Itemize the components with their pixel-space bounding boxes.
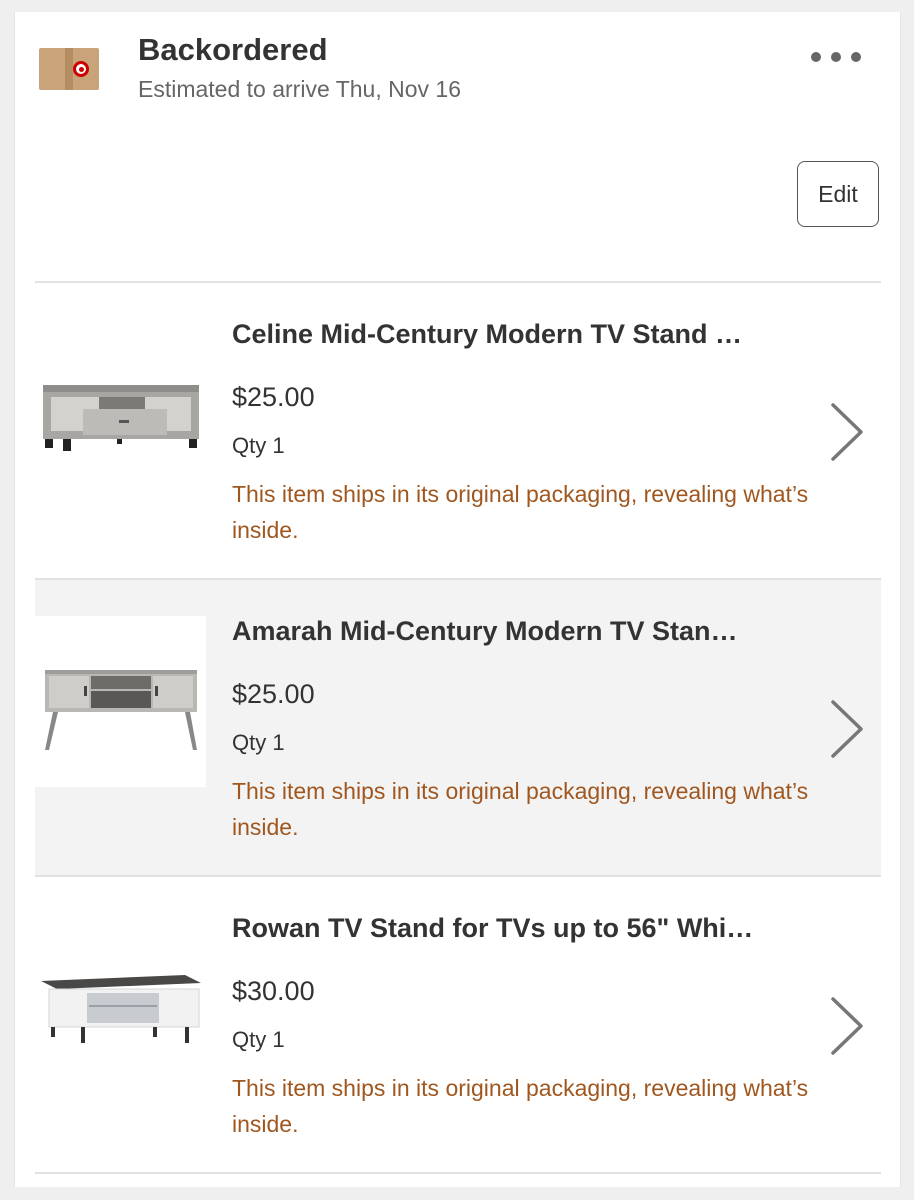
item-quantity: Qty 1: [232, 730, 285, 755]
item-price: $30.00: [232, 976, 315, 1006]
item-list: Celine Mid-Century Modern TV Stand … $25…: [35, 281, 881, 1174]
list-item[interactable]: Rowan TV Stand for TVs up to 56" Whi… $3…: [35, 877, 881, 1174]
item-quantity: Qty 1: [232, 433, 285, 458]
more-dot-icon: [831, 52, 841, 62]
order-card: Backordered Estimated to arrive Thu, Nov…: [14, 12, 901, 1187]
list-item[interactable]: Celine Mid-Century Modern TV Stand … $25…: [35, 283, 881, 580]
more-dot-icon: [811, 52, 821, 62]
estimated-arrival: Estimated to arrive Thu, Nov 16: [138, 76, 461, 102]
target-package-icon: [39, 48, 99, 90]
item-title: Amarah Mid-Century Modern TV Stan…: [232, 616, 738, 646]
more-options-button[interactable]: [811, 42, 861, 72]
package-tape: [65, 48, 73, 90]
chevron-right-icon[interactable]: [827, 698, 867, 760]
more-dot-icon: [851, 52, 861, 62]
target-logo-icon: [73, 61, 89, 77]
item-title: Celine Mid-Century Modern TV Stand …: [232, 319, 743, 349]
list-item[interactable]: Amarah Mid-Century Modern TV Stan… $25.0…: [35, 580, 881, 877]
shipment-status: Backordered: [138, 32, 328, 67]
item-price: $25.00: [232, 679, 315, 709]
item-title: Rowan TV Stand for TVs up to 56" Whi…: [232, 913, 754, 943]
item-packaging-note: This item ships in its original packagin…: [232, 481, 809, 543]
item-quantity: Qty 1: [232, 1027, 285, 1052]
item-packaging-note: This item ships in its original packagin…: [232, 1075, 809, 1137]
chevron-right-icon[interactable]: [827, 995, 867, 1057]
product-image: [35, 616, 206, 787]
product-image: [35, 913, 206, 1084]
product-image: [35, 319, 206, 490]
item-packaging-note: This item ships in its original packagin…: [232, 778, 809, 840]
item-price: $25.00: [232, 382, 315, 412]
edit-button[interactable]: Edit: [797, 161, 879, 227]
chevron-right-icon[interactable]: [827, 401, 867, 463]
shipment-header: Backordered Estimated to arrive Thu, Nov…: [15, 12, 900, 142]
